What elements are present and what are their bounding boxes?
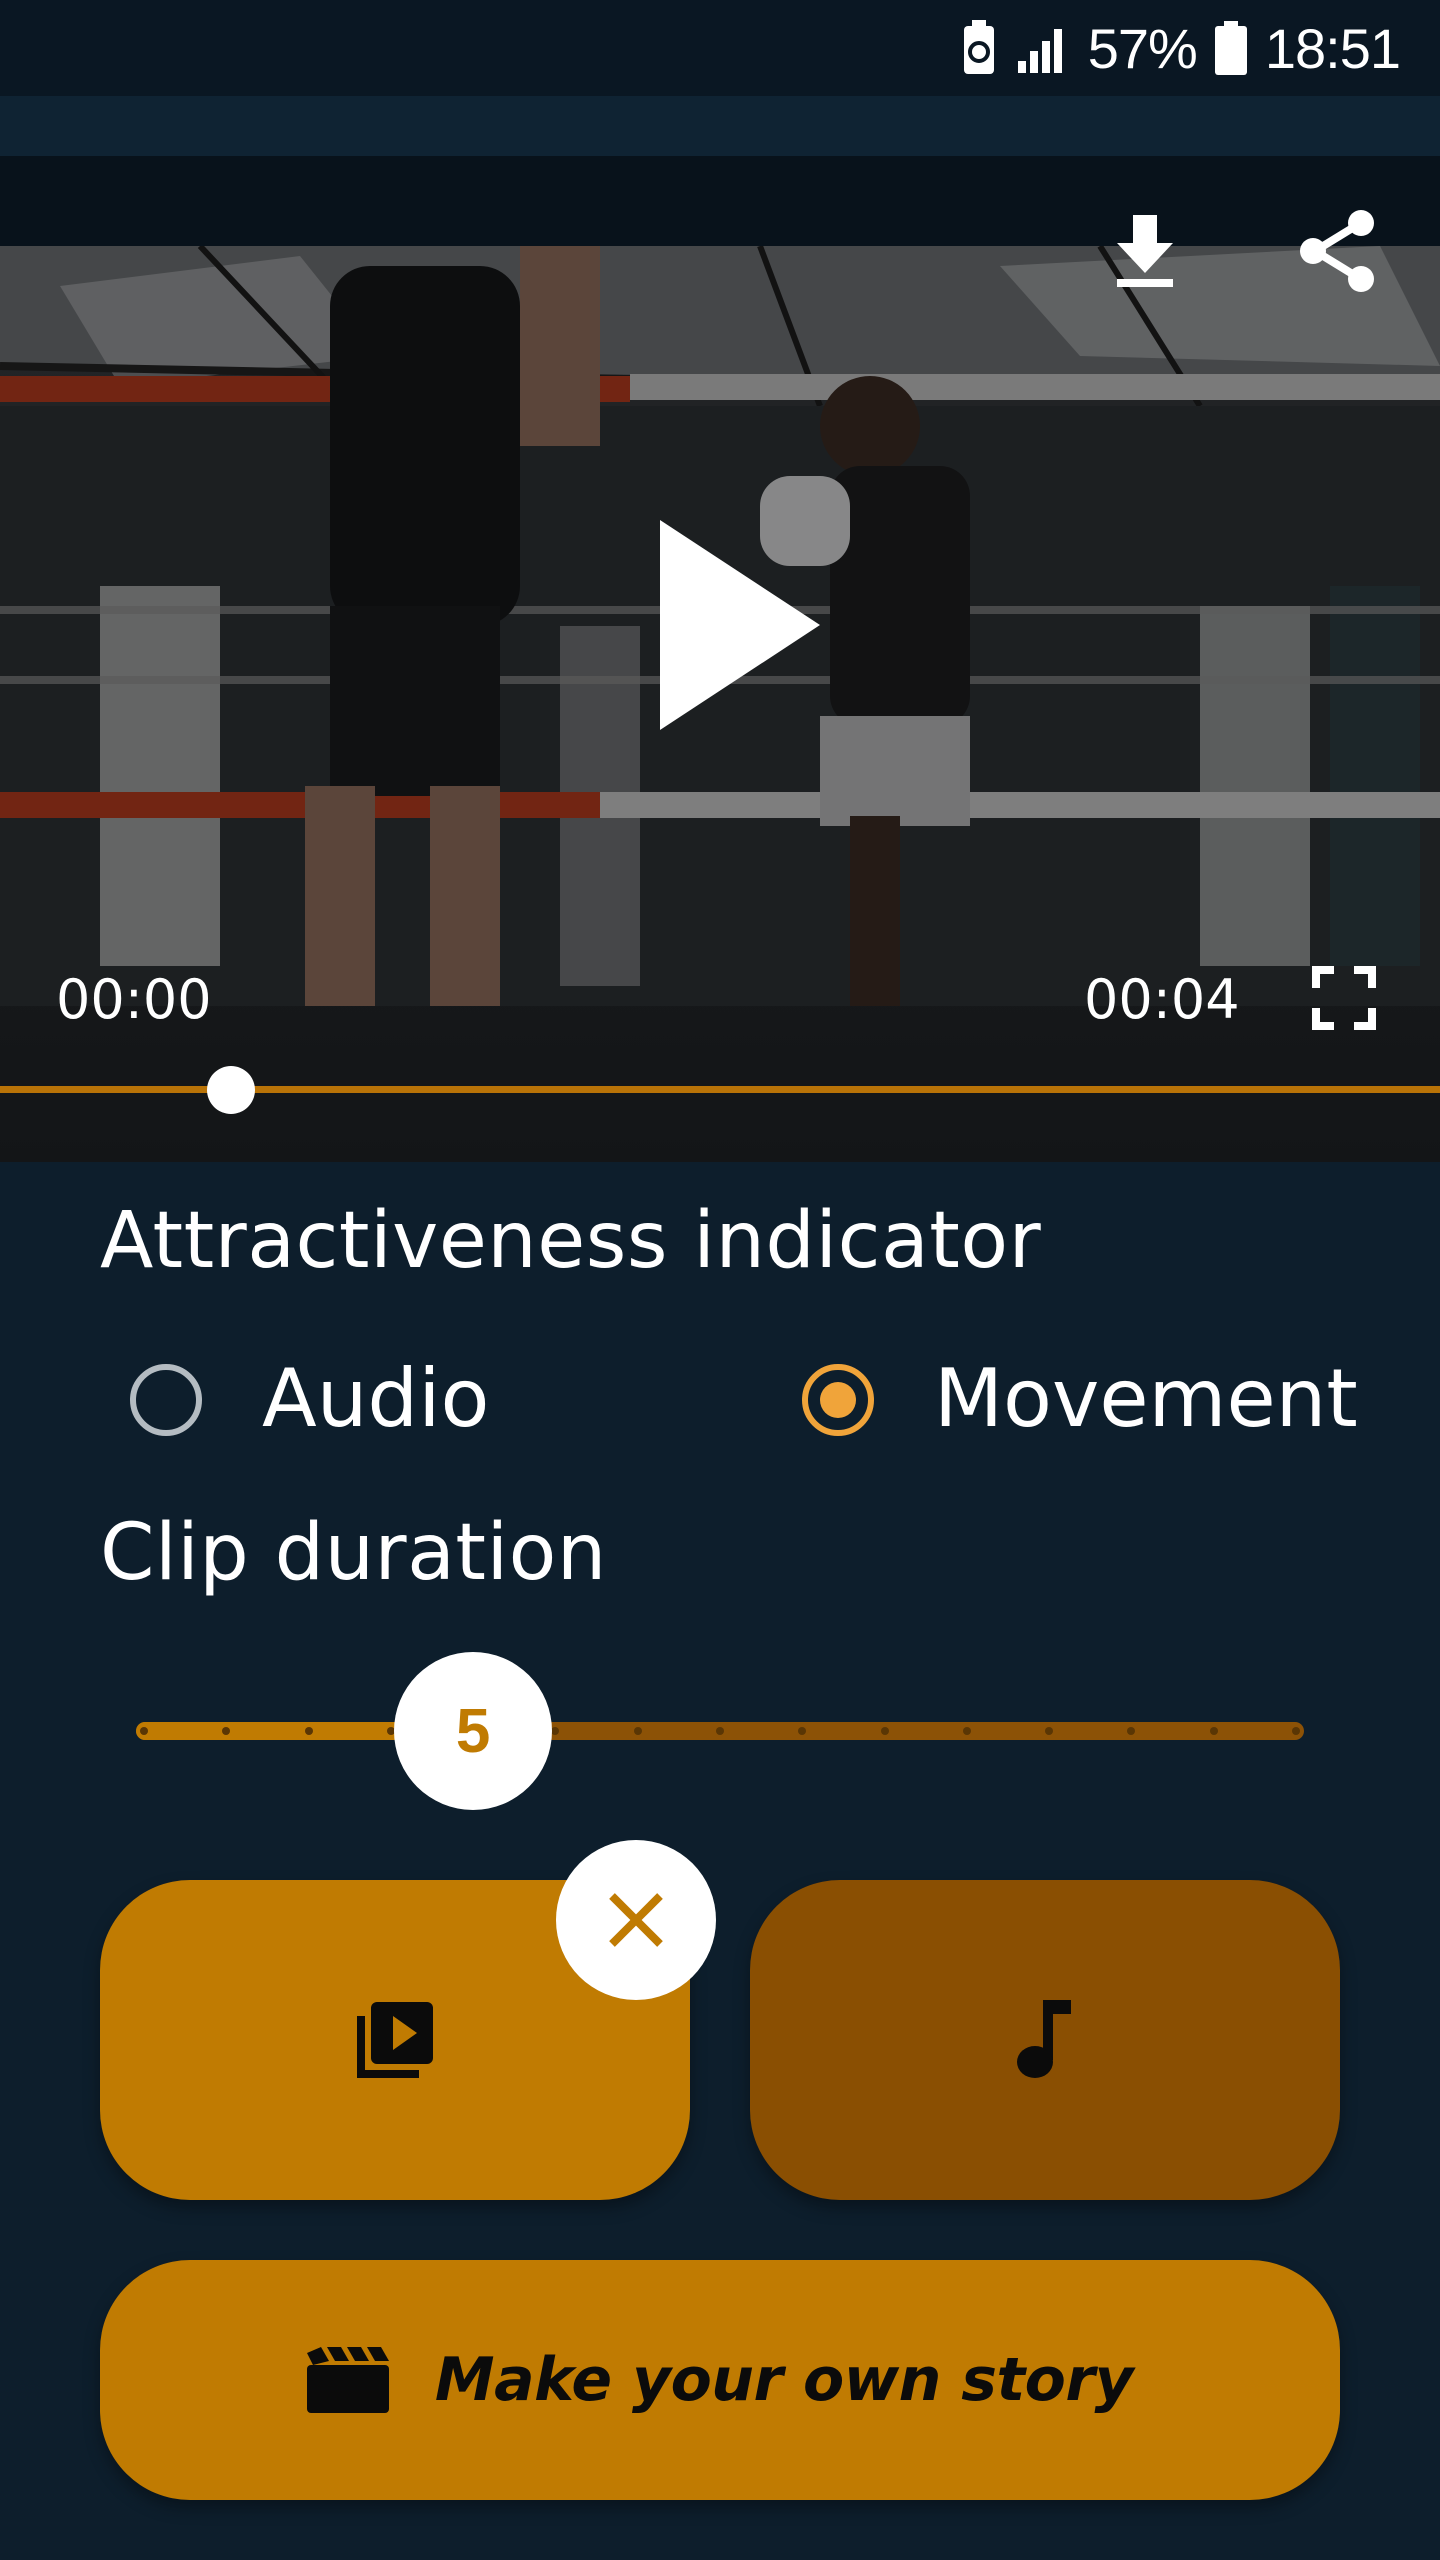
battery-icon [1214, 21, 1247, 75]
make-story-button[interactable]: Make your own story [100, 2260, 1340, 2500]
remove-video-button[interactable] [556, 1840, 716, 2000]
slider-step-dot [1209, 1727, 1218, 1735]
battery-percent: 57% [1087, 16, 1198, 80]
current-time: 00:00 [56, 968, 212, 1031]
download-icon [1117, 215, 1173, 287]
share-icon [1300, 210, 1374, 292]
clip-duration-thumb[interactable]: 5 [394, 1652, 553, 1810]
slider-step-dot [633, 1727, 642, 1735]
radio-audio[interactable] [130, 1364, 202, 1436]
slider-step-dot [716, 1727, 724, 1735]
slider-step-dot [304, 1727, 313, 1735]
fullscreen-icon [1312, 966, 1376, 1030]
slider-step-dot [140, 1727, 148, 1735]
attractiveness-title: Attractiveness indicator [100, 1196, 1042, 1286]
share-button[interactable] [1292, 206, 1382, 296]
video-library-icon [357, 2002, 433, 2078]
total-duration: 00:04 [1084, 968, 1240, 1031]
download-button[interactable] [1100, 206, 1190, 296]
video-progress-thumb[interactable] [207, 1066, 255, 1114]
status-bar: 57% 18:51 [0, 0, 1440, 96]
play-icon [660, 520, 820, 730]
make-story-label: Make your own story [434, 2345, 1134, 2415]
slider-step-dot [880, 1727, 889, 1735]
radio-movement[interactable] [802, 1364, 874, 1436]
radio-audio-label[interactable]: Audio [262, 1352, 489, 1445]
play-button[interactable] [650, 520, 830, 730]
app-bar [0, 96, 1440, 156]
music-select-button[interactable] [750, 1880, 1340, 2200]
close-icon [609, 1893, 663, 1947]
radio-movement-label[interactable]: Movement [934, 1352, 1358, 1445]
fullscreen-button[interactable] [1312, 966, 1376, 1030]
slider-step-dot [1292, 1727, 1300, 1735]
battery-saver-icon [963, 20, 994, 74]
clip-duration-title: Clip duration [100, 1508, 607, 1598]
signal-icon [1017, 29, 1062, 73]
music-note-icon [1017, 2000, 1071, 2078]
slider-step-dot [962, 1727, 971, 1735]
clock: 18:51 [1264, 16, 1401, 80]
video-player[interactable]: 00:00 00:04 [0, 156, 1440, 1162]
clapperboard-icon [306, 2347, 389, 2413]
